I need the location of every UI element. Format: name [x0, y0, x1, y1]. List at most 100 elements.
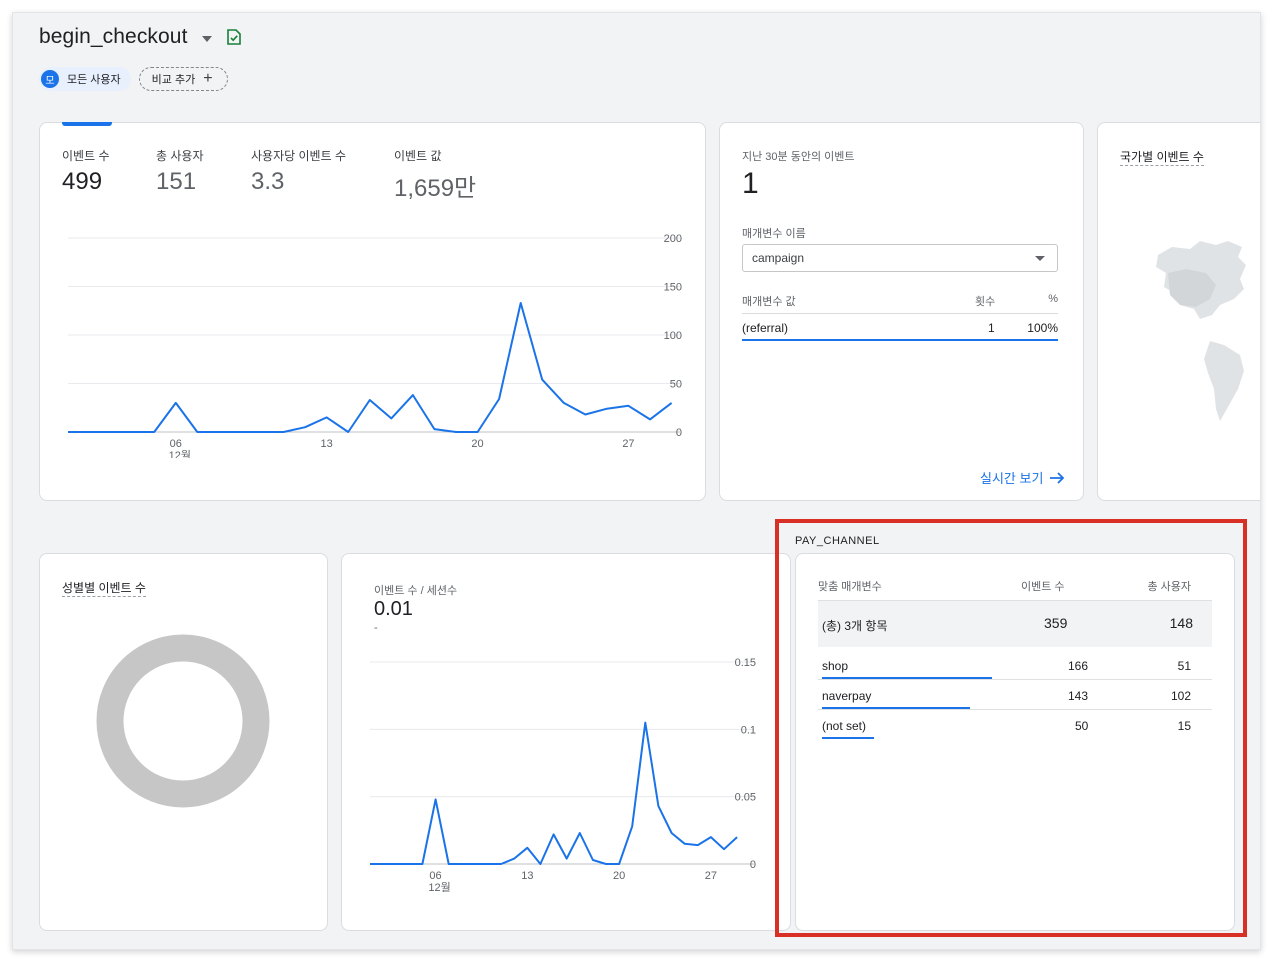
total-events: 359 [1044, 615, 1068, 631]
x-tick-label: 20 [471, 438, 483, 450]
segment-chip-label: 모든 사용자 [67, 74, 121, 86]
overview-line-chart: 200 150 100 50 0 0612월 13 20 27 [68, 233, 682, 458]
kpi-label: 사용자당 이벤트 수 [251, 149, 346, 163]
header-total-users: 총 사용자 [1147, 581, 1191, 593]
x-tick-label: 06 [429, 870, 441, 882]
y-tick-label: 0 [676, 427, 682, 439]
header-event-count: 이벤트 수 [1021, 581, 1065, 593]
y-tick-label: 0.05 [735, 792, 756, 804]
realtime-table-header: 매개변수 값 횟수 % [742, 293, 1058, 314]
y-tick-label: 50 [670, 379, 682, 391]
series-line [68, 302, 673, 433]
kpi-value: 499 [62, 168, 103, 195]
total-label: (총) 3개 항목 [822, 619, 888, 633]
ratio-line-chart: 0.15 0.1 0.05 0 0612월 13 20 27 [370, 657, 756, 892]
gender-card-title: 성별별 이벤트 수 [62, 581, 146, 597]
ratio-sub: - [374, 622, 378, 634]
world-map-icon [1156, 241, 1246, 421]
row-users: 15 [1177, 719, 1191, 733]
header-count: 횟수 [975, 296, 996, 308]
kpi-events-per-user[interactable]: 사용자당 이벤트 수 3.3 [251, 147, 346, 196]
row-percent: 100% [1027, 321, 1058, 335]
header-param-value: 매개변수 값 [742, 296, 796, 308]
segment-chip-row: 모 모든 사용자 비교 추가 + [39, 67, 228, 91]
row-users: 51 [1177, 659, 1191, 673]
header-custom-param: 맞춤 매개변수 [818, 581, 882, 593]
row-param-value: (referral) [742, 321, 789, 335]
row-label: shop [822, 659, 849, 673]
x-tick-label: 13 [521, 870, 533, 882]
pay-table-total-row: (총) 3개 항목 359 148 [818, 601, 1212, 647]
segment-avatar: 모 [41, 70, 59, 88]
share-bar [822, 737, 874, 739]
y-tick-label: 150 [664, 282, 682, 294]
ratio-card: 이벤트 수 / 세션수 0.01 - 0.15 0.1 0.05 0 06 12월 13 20… [341, 553, 791, 931]
view-realtime-link[interactable]: 실시간 보기 [980, 468, 1065, 487]
table-row[interactable]: shop 166 51 [818, 649, 1212, 680]
x-tick-label: 27 [622, 438, 634, 450]
overview-card: 이벤트 수 499 총 사용자 151 사용자당 이벤트 수 3.3 이벤트 값… [39, 122, 706, 501]
kpi-label: 이벤트 값 [394, 149, 442, 163]
chevron-down-icon [1035, 255, 1045, 261]
plus-icon: + [203, 70, 213, 87]
ratio-value: 0.01 [374, 598, 413, 620]
x-tick-sublabel: 12월 [428, 881, 450, 892]
donut-ring [96, 634, 270, 808]
country-card: 국가별 이벤트 수 [1097, 122, 1260, 501]
row-events: 50 [1075, 719, 1089, 733]
kpi-value: 3.3 [251, 168, 285, 195]
x-tick-label: 27 [705, 870, 717, 882]
page-title: begin_checkout [39, 25, 188, 48]
page-header: begin_checkout [39, 25, 242, 49]
y-tick-label: 0.1 [741, 724, 756, 736]
kpi-label: 이벤트 수 [62, 149, 110, 163]
kpi-value: 151 [156, 168, 197, 195]
param-name-select[interactable]: campaign [742, 244, 1058, 272]
segment-chip-all-users[interactable]: 모 모든 사용자 [39, 67, 131, 91]
active-tab-indicator [62, 122, 112, 126]
verified-check-icon[interactable] [226, 28, 242, 46]
realtime-card: 지난 30분 동안의 이벤트 1 매개변수 이름 campaign 매개변수 값… [719, 122, 1084, 501]
series-line [370, 721, 738, 865]
table-row[interactable]: (not set) 50 15 [818, 709, 1212, 739]
realtime-title: 지난 30분 동안의 이벤트 [742, 151, 855, 163]
kpi-events[interactable]: 이벤트 수 499 [62, 147, 110, 196]
row-label: naverpay [822, 689, 872, 703]
gender-card: 성별별 이벤트 수 [39, 553, 328, 931]
row-count: 1 [988, 321, 995, 335]
y-tick-label: 0 [750, 859, 756, 871]
kpi-total-users[interactable]: 총 사용자 151 [156, 147, 204, 196]
table-row[interactable]: (referral) 1 100% [742, 319, 1058, 341]
kpi-value: 1,659만 [394, 175, 477, 202]
x-tick-label: 06 [170, 438, 182, 450]
kpi-event-value[interactable]: 이벤트 값 1,659만 [394, 147, 476, 203]
table-row[interactable]: naverpay 143 102 [818, 679, 1212, 710]
pay-channel-card: 맞춤 매개변수 이벤트 수 총 사용자 (총) 3개 항목 359 148 sh… [795, 553, 1235, 931]
row-events: 143 [1068, 689, 1089, 703]
row-events: 166 [1068, 659, 1089, 673]
title-dropdown-icon[interactable] [201, 35, 212, 42]
add-comparison-chip[interactable]: 비교 추가 + [138, 67, 228, 91]
pay-table-header: 맞춤 매개변수 이벤트 수 총 사용자 [818, 576, 1212, 601]
kpi-label: 총 사용자 [156, 149, 204, 163]
country-card-title: 국가별 이벤트 수 [1120, 150, 1204, 166]
y-tick-label: 0.15 [735, 657, 756, 669]
realtime-value: 1 [742, 167, 759, 200]
x-tick-label: 20 [613, 870, 625, 882]
param-name-label: 매개변수 이름 [742, 228, 806, 240]
dashboard-page: begin_checkout 모 모든 사용자 비교 추가 + 이벤트 수 49… [12, 12, 1261, 950]
view-realtime-label: 실시간 보기 [980, 471, 1044, 486]
gender-donut-chart [96, 634, 270, 808]
x-tick-label: 13 [321, 438, 333, 450]
y-tick-label: 100 [664, 330, 682, 342]
add-comparison-label: 비교 추가 [151, 74, 196, 86]
arrow-right-icon [1050, 471, 1065, 484]
ratio-title: 이벤트 수 / 세션수 [374, 585, 458, 597]
row-users: 102 [1170, 689, 1191, 703]
x-tick-sublabel: 12월 [169, 449, 191, 458]
param-select-value: campaign [752, 251, 805, 265]
total-users: 148 [1169, 615, 1193, 631]
header-percent: % [1048, 293, 1058, 305]
pay-channel-section-label: PAY_CHANNEL [795, 535, 880, 547]
row-label: (not set) [822, 719, 867, 733]
